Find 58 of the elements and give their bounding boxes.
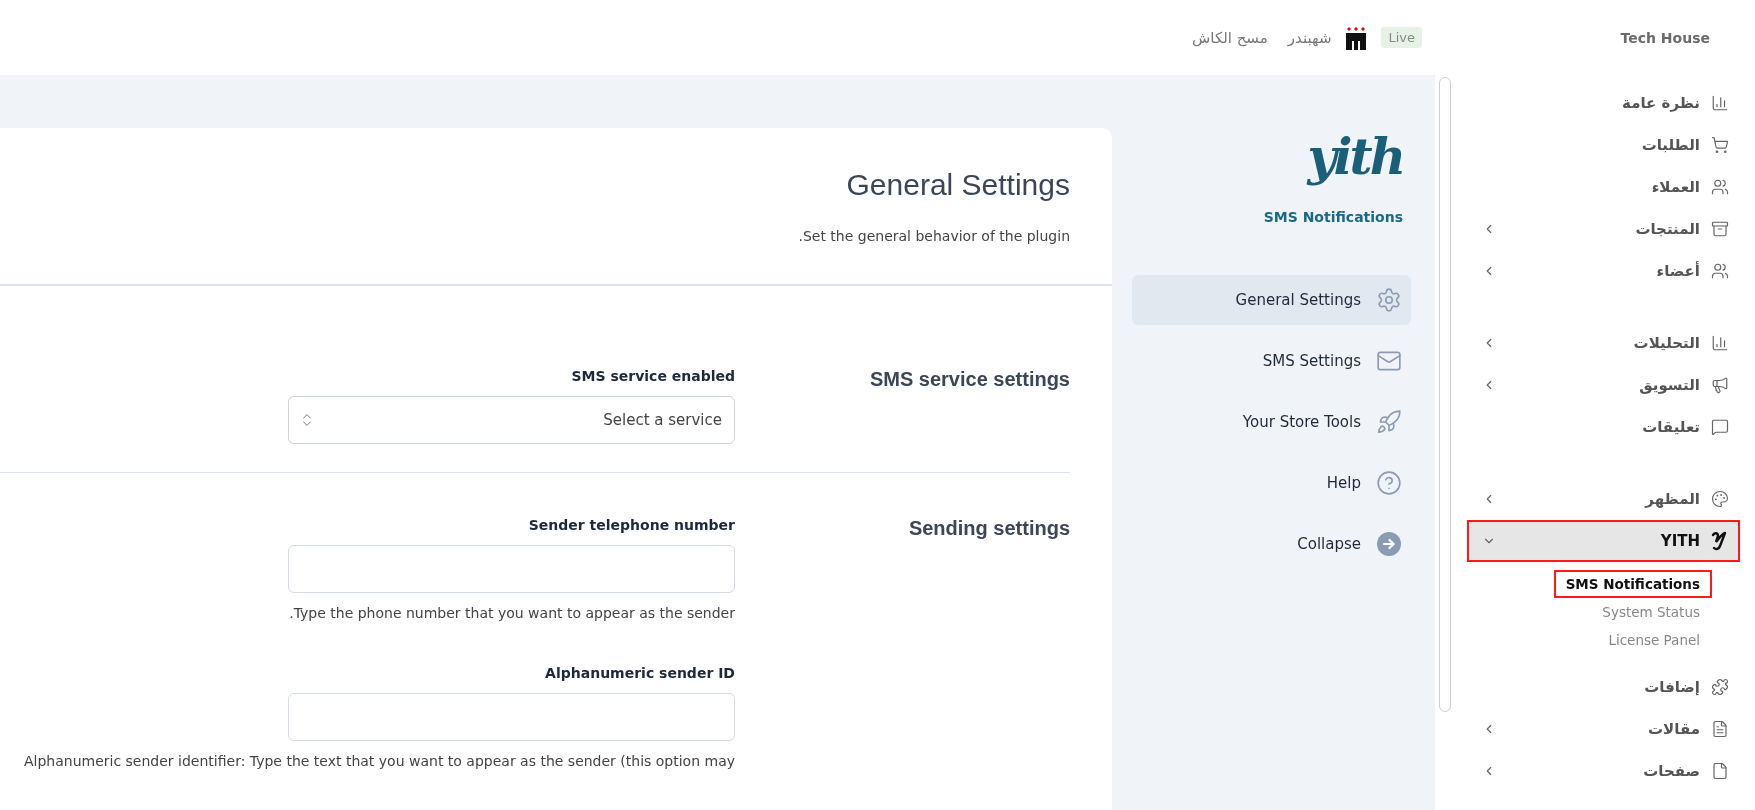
sidebar-item[interactable]: صفحات xyxy=(1467,750,1740,792)
arrow-circle-icon xyxy=(1377,532,1401,556)
users-icon xyxy=(1710,261,1730,281)
submenu-item[interactable]: SMS Notifications xyxy=(1553,570,1712,598)
input-field[interactable] xyxy=(288,545,735,593)
brand-logo-icon xyxy=(1345,25,1368,50)
field-label: SMS service enabled xyxy=(570,368,735,384)
comment-icon xyxy=(1710,417,1730,437)
clear-cache-link[interactable]: مسح الكاش xyxy=(1192,28,1268,47)
chart-icon xyxy=(1710,93,1730,113)
cart-icon xyxy=(1710,135,1730,155)
nav-item[interactable]: Collapse xyxy=(1132,519,1411,569)
page-description: Set the general behavior of the plugin. xyxy=(797,228,1070,244)
sidebar-item[interactable]: YITH xyxy=(1467,520,1740,562)
sidebar-item[interactable]: نظرة عامة xyxy=(1467,82,1740,124)
sidebar-item[interactable]: مقالات xyxy=(1467,708,1740,750)
palette-icon xyxy=(1710,489,1730,509)
section-title: SMS service settings xyxy=(868,368,1070,392)
site-name: Tech House xyxy=(1619,28,1711,48)
file-icon xyxy=(1710,761,1730,781)
settings-icon xyxy=(1375,286,1403,314)
field-help: Alphanumeric sender identifier: Type the text that you want to appear as the sender (this option may xyxy=(24,753,735,769)
yith-logo: yith xyxy=(1305,127,1404,188)
nav-item[interactable]: Help xyxy=(1132,458,1411,508)
live-badge: Live xyxy=(1381,27,1422,48)
archive-icon xyxy=(1710,219,1730,239)
megaphone-icon xyxy=(1710,375,1730,395)
brand-link[interactable]: شهبندر xyxy=(1287,28,1332,47)
field-label: Sender telephone number xyxy=(527,517,735,533)
chart-icon xyxy=(1710,333,1730,353)
sidebar-item[interactable]: العملاء xyxy=(1467,166,1740,208)
nav-item[interactable]: General Settings xyxy=(1132,275,1411,325)
page-title: General Settings xyxy=(845,168,1070,202)
submenu-item[interactable]: License Panel xyxy=(1596,626,1712,654)
sidebar-item[interactable]: التحليلات xyxy=(1467,322,1740,364)
sidebar-item[interactable]: تعليقات xyxy=(1467,406,1740,448)
product-name: SMS Notifications xyxy=(1262,209,1404,225)
field-label: Alphanumeric sender ID xyxy=(544,665,735,681)
scrollbar[interactable] xyxy=(1439,77,1451,712)
sidebar-item[interactable]: التسويق xyxy=(1467,364,1740,406)
sidebar-item[interactable]: إضافات xyxy=(1467,666,1740,708)
puzzle-icon xyxy=(1710,677,1730,697)
document-icon xyxy=(1710,719,1730,739)
select-field[interactable]: Select a service xyxy=(288,396,735,444)
sidebar-item[interactable]: الطلبات xyxy=(1467,124,1740,166)
nav-item[interactable]: SMS Settings xyxy=(1132,336,1411,386)
sidebar-item[interactable]: أعضاء xyxy=(1467,250,1740,292)
input-field[interactable] xyxy=(288,693,735,741)
curly-mark-icon xyxy=(1711,531,1729,551)
field-help: Type the phone number that you want to appear as the sender. xyxy=(289,605,735,621)
submenu-item[interactable]: System Status xyxy=(1590,598,1712,626)
section-title: Sending settings xyxy=(907,517,1070,541)
users-icon xyxy=(1710,177,1730,197)
help-icon xyxy=(1375,469,1403,497)
sidebar-item[interactable]: المظهر xyxy=(1467,478,1740,520)
sidebar-item[interactable]: المنتجات xyxy=(1467,208,1740,250)
rocket-icon xyxy=(1375,408,1403,436)
nav-item[interactable]: Your Store Tools xyxy=(1132,397,1411,447)
